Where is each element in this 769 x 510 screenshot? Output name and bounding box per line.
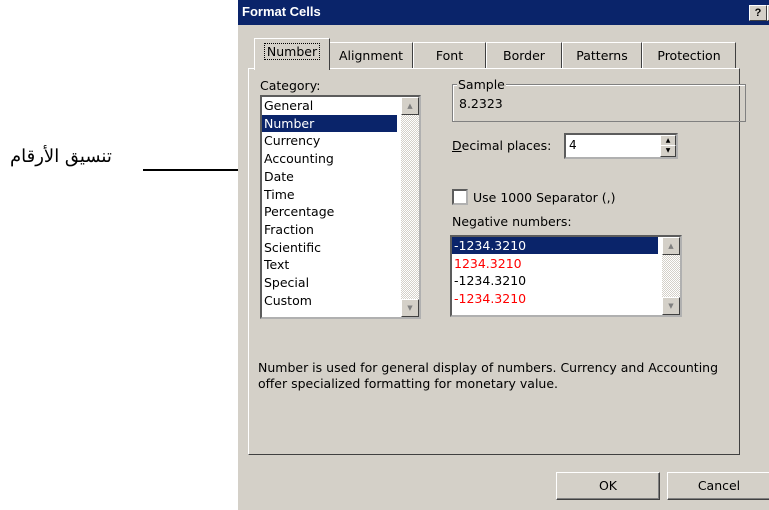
category-item-date[interactable]: Date <box>262 168 397 185</box>
title-bar: Format Cells ? ✕ <box>238 0 769 25</box>
sample-value: 8.2323 <box>459 96 503 111</box>
dialog-title: Format Cells <box>242 4 321 19</box>
spin-down-icon[interactable]: ▼ <box>660 145 676 157</box>
tab-protection-label: Protection <box>657 48 721 63</box>
category-item-custom[interactable]: Custom <box>262 292 397 309</box>
tab-border[interactable]: Border <box>486 42 562 69</box>
sample-label: Sample <box>457 77 506 92</box>
negative-number-option[interactable]: -1234.3210 <box>452 237 658 254</box>
thousand-separator-checkbox[interactable] <box>452 189 468 205</box>
scroll-down-icon[interactable]: ▼ <box>401 299 419 317</box>
negative-numbers-listbox[interactable]: -1234.3210 1234.3210 -1234.3210 -1234.3210 … <box>450 235 682 317</box>
category-item-currency[interactable]: Currency <box>262 132 397 149</box>
category-item-special[interactable]: Special <box>262 274 397 291</box>
tab-patterns-label: Patterns <box>576 48 628 63</box>
category-label: Category: <box>260 78 321 93</box>
tab-number-label: Number <box>263 43 321 60</box>
help-button[interactable]: ? <box>749 5 767 21</box>
category-item-accounting[interactable]: Accounting <box>262 150 397 167</box>
decimal-places-label: Decimal places: <box>452 138 552 153</box>
category-item-scientific[interactable]: Scientific <box>262 239 397 256</box>
cancel-button[interactable]: Cancel <box>667 472 769 500</box>
category-description: Number is used for general display of nu… <box>258 360 719 391</box>
tab-border-label: Border <box>503 48 545 63</box>
scroll-up-icon[interactable]: ▲ <box>401 97 419 115</box>
tab-patterns[interactable]: Patterns <box>562 42 642 69</box>
category-item-percentage[interactable]: Percentage <box>262 203 397 220</box>
negative-numbers-scrollbar[interactable]: ▲ ▼ <box>662 237 680 315</box>
category-item-time[interactable]: Time <box>262 186 397 203</box>
category-item-fraction[interactable]: Fraction <box>262 221 397 238</box>
negative-numbers-label: Negative numbers: <box>452 214 572 229</box>
category-item-text[interactable]: Text <box>262 256 397 273</box>
category-item-general[interactable]: General <box>262 97 397 114</box>
tab-protection[interactable]: Protection <box>642 42 736 69</box>
decimal-places-stepper[interactable]: 4 ▲ ▼ <box>564 133 678 159</box>
negative-number-option[interactable]: -1234.3210 <box>452 272 658 289</box>
decimal-places-value[interactable]: 4 <box>569 138 577 152</box>
scroll-down-icon[interactable]: ▼ <box>662 297 680 315</box>
tab-alignment-label: Alignment <box>338 48 404 63</box>
category-scrollbar[interactable]: ▲ ▼ <box>401 97 419 317</box>
ok-button[interactable]: OK <box>556 472 660 500</box>
format-cells-dialog: Format Cells ? ✕ Number Alignment Font B… <box>238 0 769 510</box>
tab-font-label: Font <box>435 48 464 63</box>
tab-alignment[interactable]: Alignment <box>329 42 413 69</box>
tab-font[interactable]: Font <box>413 42 486 69</box>
negative-number-option[interactable]: 1234.3210 <box>452 255 658 272</box>
category-listbox[interactable]: General Number Currency Accounting Date Time P… <box>260 95 421 319</box>
thousand-separator-label[interactable]: Use 1000 Separator (,) <box>473 190 616 205</box>
category-item-number[interactable]: Number <box>262 114 397 132</box>
tab-number[interactable]: Number <box>254 38 330 70</box>
scroll-up-icon[interactable]: ▲ <box>662 237 680 255</box>
negative-number-option[interactable]: -1234.3210 <box>452 290 658 307</box>
